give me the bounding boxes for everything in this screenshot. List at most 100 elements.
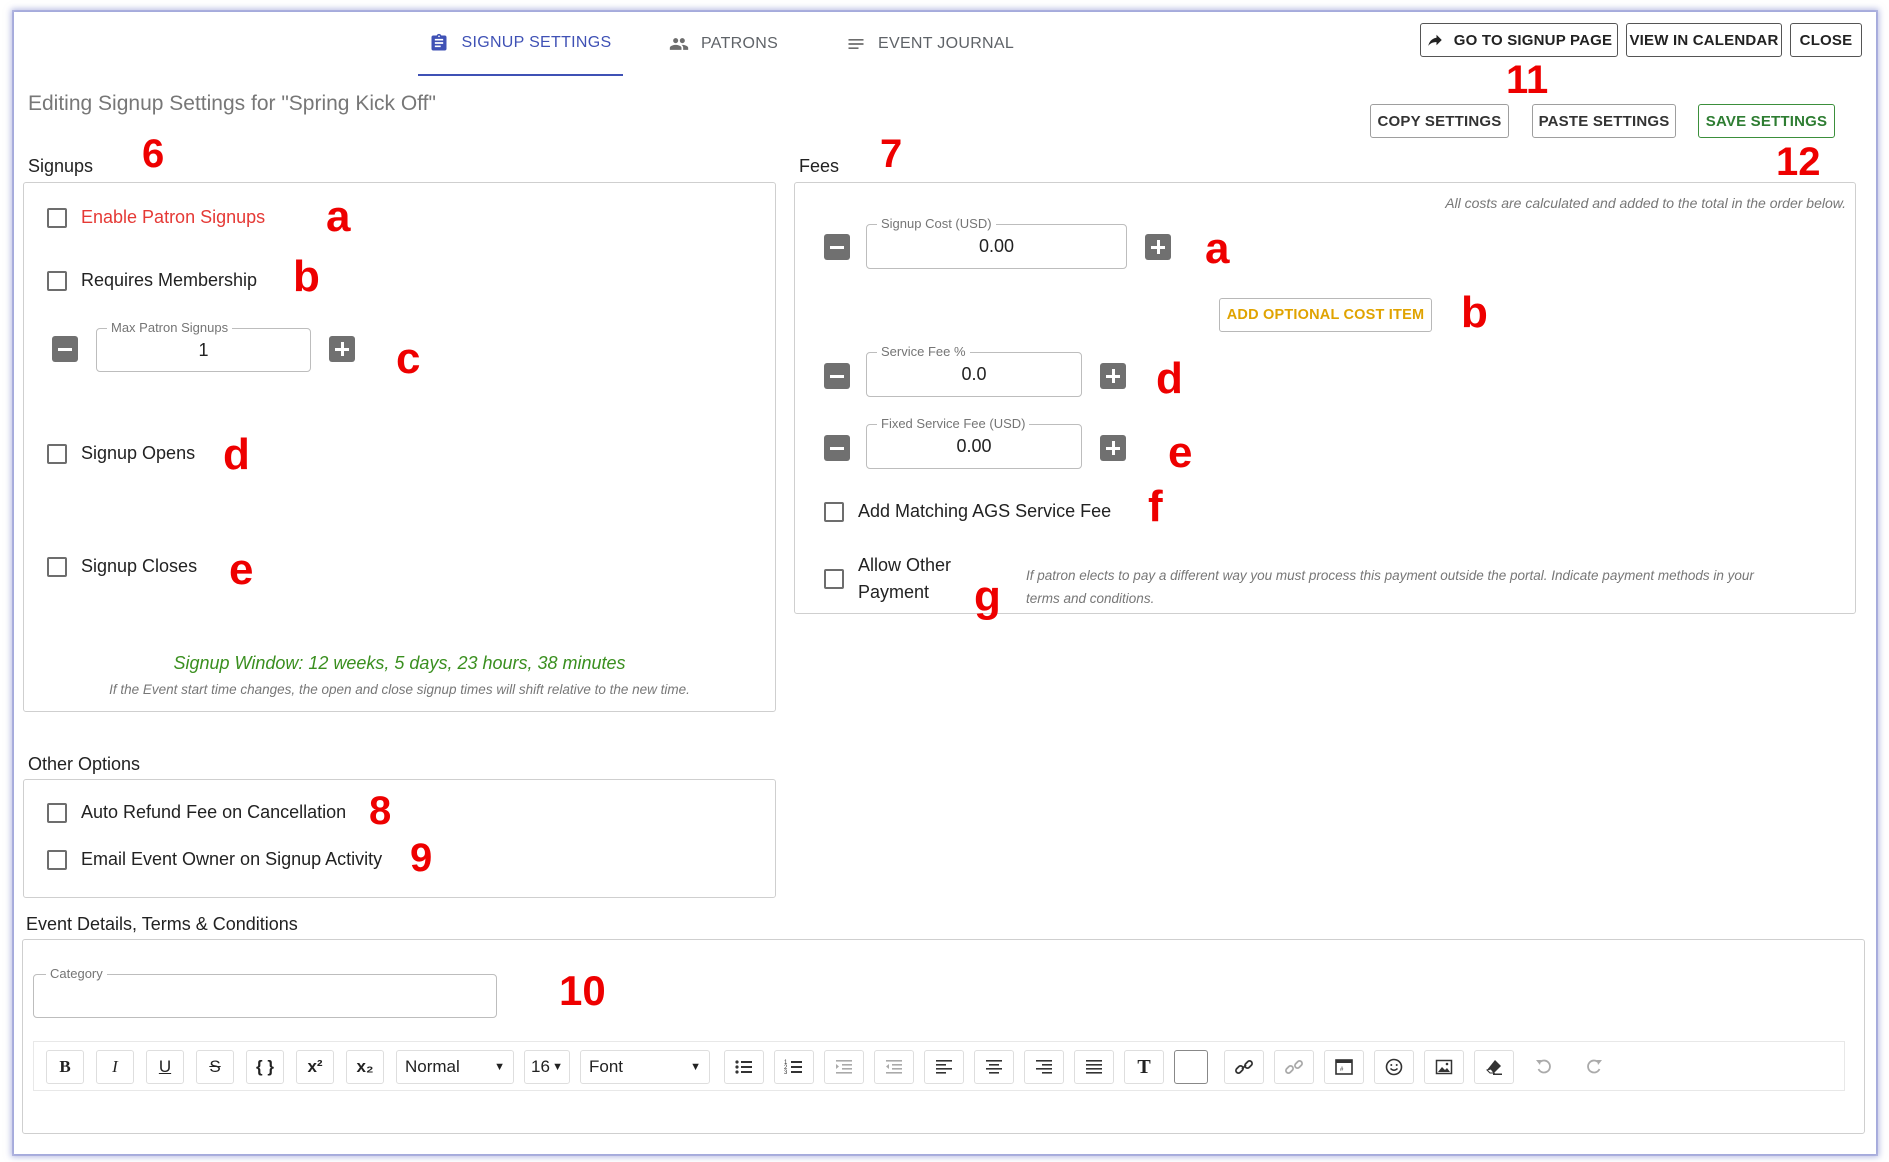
chevron-down-icon: ▼ [552, 1061, 563, 1073]
emoji-button[interactable] [1374, 1050, 1414, 1084]
minus-icon [830, 446, 844, 450]
code-button[interactable]: { } [246, 1050, 284, 1084]
signup-cost-increment-button[interactable] [1145, 234, 1171, 260]
allow-other-payment-row[interactable]: Allow Other Payment [824, 552, 951, 606]
view-in-calendar-button[interactable]: VIEW IN CALENDAR [1626, 23, 1782, 57]
undo-button[interactable] [1524, 1050, 1564, 1084]
annotation-11: 11 [1506, 58, 1549, 102]
service-fee-field[interactable]: Service Fee % 0.0 [866, 344, 1082, 397]
align-right-icon [1036, 1060, 1052, 1074]
requires-membership-checkbox[interactable] [47, 270, 67, 291]
embed-button[interactable]: # [1324, 1050, 1364, 1084]
outdent-button[interactable] [874, 1050, 914, 1084]
allow-other-payment-label: Allow Other Payment [858, 552, 951, 606]
numbered-list-button[interactable]: 123 [774, 1050, 814, 1084]
image-button[interactable] [1424, 1050, 1464, 1084]
svg-text:3: 3 [784, 1070, 788, 1076]
matching-ags-fee-checkbox[interactable] [824, 501, 844, 522]
add-optional-cost-item-button[interactable]: ADD OPTIONAL COST ITEM [1219, 298, 1432, 332]
auto-refund-checkbox[interactable] [47, 802, 67, 823]
go-to-signup-page-button[interactable]: GO TO SIGNUP PAGE [1420, 23, 1618, 57]
service-fee-increment-button[interactable] [1100, 363, 1126, 389]
plus-icon-vertical [340, 342, 344, 356]
max-patron-signups-field[interactable]: Max Patron Signups 1 [96, 320, 311, 372]
underline-button[interactable]: U [146, 1050, 184, 1084]
signup-opens-checkbox[interactable] [47, 443, 67, 464]
superscript-button[interactable]: x² [296, 1050, 334, 1084]
color-swatch-button[interactable] [1174, 1050, 1208, 1084]
signup-closes-checkbox[interactable] [47, 556, 67, 577]
max-signups-increment-button[interactable] [329, 336, 355, 362]
outdent-icon [886, 1060, 902, 1074]
auto-refund-row[interactable]: Auto Refund Fee on Cancellation [47, 802, 346, 823]
save-settings-button[interactable]: SAVE SETTINGS [1698, 104, 1835, 138]
fixed-service-fee-decrement-button[interactable] [824, 435, 850, 461]
annotation-fees-b: b [1461, 288, 1488, 337]
svg-text:#: # [1340, 1067, 1344, 1073]
email-owner-row[interactable]: Email Event Owner on Signup Activity [47, 849, 382, 870]
signup-window-note: If the Event start time changes, the ope… [109, 682, 690, 697]
email-owner-checkbox[interactable] [47, 849, 67, 870]
matching-ags-fee-row[interactable]: Add Matching AGS Service Fee [824, 501, 1111, 522]
unlink-button[interactable] [1274, 1050, 1314, 1084]
signup-closes-label: Signup Closes [81, 556, 198, 576]
copy-settings-button[interactable]: COPY SETTINGS [1370, 104, 1509, 138]
bullet-list-icon [735, 1060, 752, 1074]
justify-button[interactable] [1074, 1050, 1114, 1084]
requires-membership-row[interactable]: Requires Membership [47, 270, 257, 291]
align-left-button[interactable] [924, 1050, 964, 1084]
link-icon [1235, 1060, 1253, 1074]
redo-button[interactable] [1574, 1050, 1614, 1084]
bold-button[interactable]: B [46, 1050, 84, 1084]
view-in-calendar-label: VIEW IN CALENDAR [1629, 31, 1779, 49]
annotation-10: 10 [559, 967, 606, 1014]
bullet-list-button[interactable] [724, 1050, 764, 1084]
justify-icon [1086, 1060, 1102, 1074]
enable-patron-signups-row[interactable]: Enable Patron Signups [47, 207, 265, 228]
service-fee-decrement-button[interactable] [824, 363, 850, 389]
link-button[interactable] [1224, 1050, 1264, 1084]
emoji-icon [1385, 1058, 1403, 1076]
annotation-signups-e: e [229, 545, 254, 594]
signup-cost-field[interactable]: Signup Cost (USD) 0.00 [866, 216, 1127, 269]
font-select[interactable]: Font ▼ [580, 1050, 710, 1084]
annotation-6: 6 [142, 132, 165, 176]
text-color-button[interactable]: T [1124, 1050, 1164, 1084]
chevron-down-icon: ▼ [690, 1061, 701, 1073]
size-select[interactable]: 16 ▼ [524, 1050, 570, 1084]
paste-settings-button[interactable]: PASTE SETTINGS [1532, 104, 1676, 138]
clear-formatting-button[interactable] [1474, 1050, 1514, 1084]
add-optional-cost-item-label: ADD OPTIONAL COST ITEM [1226, 307, 1425, 323]
enable-patron-signups-checkbox[interactable] [47, 207, 67, 228]
enable-patron-signups-label: Enable Patron Signups [81, 207, 266, 227]
align-center-button[interactable] [974, 1050, 1014, 1084]
tab-event-journal[interactable]: EVENT JOURNAL [846, 12, 1036, 76]
subscript-button[interactable]: x₂ [346, 1050, 384, 1084]
indent-button[interactable] [824, 1050, 864, 1084]
close-button[interactable]: CLOSE [1790, 23, 1862, 57]
signup-opens-row[interactable]: Signup Opens [47, 443, 195, 464]
italic-button[interactable]: I [96, 1050, 134, 1084]
strikethrough-button[interactable]: S [196, 1050, 234, 1084]
signup-cost-decrement-button[interactable] [824, 234, 850, 260]
service-fee-value: 0.0 [961, 364, 987, 384]
font-select-value: Font [589, 1057, 624, 1076]
notes-icon [848, 39, 864, 49]
undo-icon [1536, 1059, 1551, 1074]
matching-ags-fee-label: Add Matching AGS Service Fee [858, 501, 1112, 521]
fixed-service-fee-field[interactable]: Fixed Service Fee (USD) 0.00 [866, 416, 1082, 469]
signup-closes-row[interactable]: Signup Closes [47, 556, 197, 577]
clipboard-icon [431, 33, 447, 51]
copy-settings-label: COPY SETTINGS [1377, 112, 1502, 130]
plus-icon-vertical [1111, 441, 1115, 455]
max-patron-signups-value: 1 [198, 339, 209, 360]
redo-icon [1587, 1059, 1602, 1074]
tab-signup-settings[interactable]: SIGNUP SETTINGS [418, 12, 623, 76]
format-select[interactable]: Normal ▼ [396, 1050, 514, 1084]
allow-other-payment-checkbox[interactable] [824, 569, 844, 589]
fixed-service-fee-increment-button[interactable] [1100, 435, 1126, 461]
align-right-button[interactable] [1024, 1050, 1064, 1084]
tab-patrons[interactable]: PATRONS [669, 12, 799, 76]
category-field[interactable]: Category [33, 966, 497, 1018]
max-signups-decrement-button[interactable] [52, 336, 78, 362]
